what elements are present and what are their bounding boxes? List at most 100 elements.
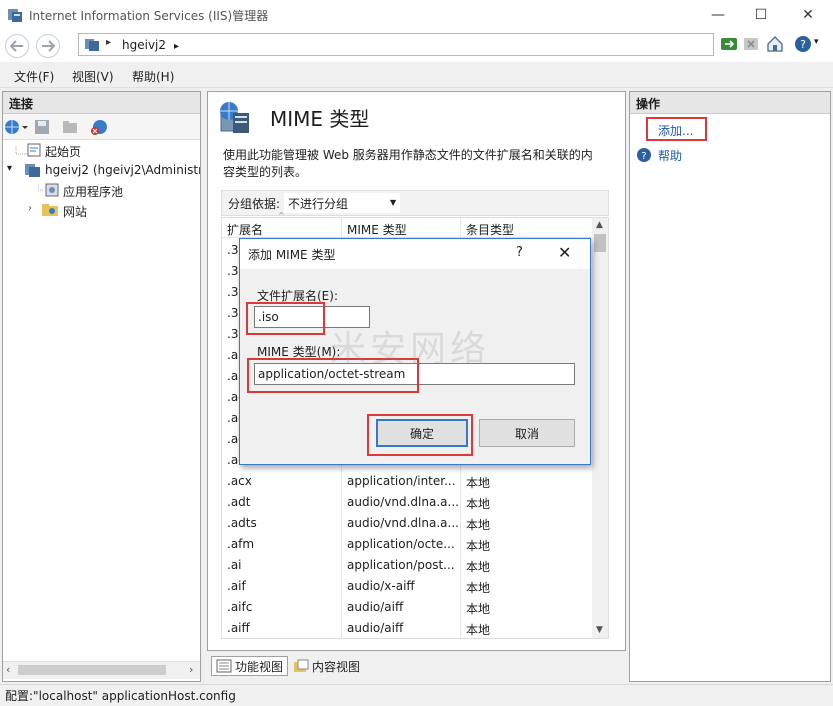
help-dropdown-arrow[interactable]: ▾ xyxy=(814,37,819,47)
table-cell-type: 本地 xyxy=(466,560,491,574)
table-header xyxy=(222,218,592,238)
table-cell-ext: .ai xyxy=(227,558,242,572)
window-title: Internet Information Services (IIS)管理器 xyxy=(29,9,269,23)
table-cell-type: 本地 xyxy=(466,539,491,553)
tree-collapse-icon[interactable]: ▾ xyxy=(7,163,12,174)
back-arrow-icon xyxy=(10,40,23,52)
tree-item-start-page[interactable]: 起始页 xyxy=(45,143,81,160)
scroll-down-arrow[interactable]: ▼ xyxy=(596,625,603,635)
app-pool-icon xyxy=(38,182,59,197)
mime-types-icon xyxy=(220,102,249,133)
dialog-close-button[interactable]: ✕ xyxy=(558,243,571,262)
tree-item-sites[interactable]: 网站 xyxy=(63,203,87,220)
table-cell-type: 本地 xyxy=(466,581,491,595)
table-cell-ext: .aiff xyxy=(227,621,250,635)
server-icon xyxy=(85,39,99,51)
table-cell-ext: .afm xyxy=(227,537,255,551)
disconnect-icon[interactable] xyxy=(91,119,108,135)
close-window-button[interactable]: ✕ xyxy=(785,0,831,30)
table-cell-ext: .aif xyxy=(227,579,246,593)
table-cell-ext: .adt xyxy=(227,495,251,509)
table-cell-type: 本地 xyxy=(466,476,491,490)
vertical-scrollbar[interactable] xyxy=(592,218,608,638)
sites-folder-icon xyxy=(42,204,58,216)
scroll-thumb[interactable] xyxy=(18,665,166,675)
table-cell-mime: audio/aiff xyxy=(347,621,404,635)
menu-view[interactable]: 视图(V) xyxy=(72,68,114,85)
highlight-box xyxy=(367,414,473,456)
page-title: MIME 类型 xyxy=(270,107,370,131)
menu-file[interactable]: 文件(F) xyxy=(14,68,54,85)
table-cell-type: 本地 xyxy=(466,518,491,532)
svg-text:?: ? xyxy=(641,151,646,162)
refresh-icon[interactable] xyxy=(720,35,738,53)
actions-panel xyxy=(629,91,831,682)
save-icon[interactable] xyxy=(34,119,50,135)
group-by-select[interactable]: 不进行分组 xyxy=(284,193,400,213)
features-view-icon xyxy=(216,659,232,673)
group-by-label: 分组依据: xyxy=(228,197,281,211)
watermark: 米安网络 xyxy=(330,329,491,370)
table-cell-type: 本地 xyxy=(466,602,491,616)
breadcrumb-end-arrow[interactable]: ▸ xyxy=(174,41,179,52)
tab-features-view[interactable]: 功能视图 xyxy=(211,656,289,676)
menu-bar xyxy=(0,62,833,88)
table-cell-mime: application/octe... xyxy=(347,537,455,551)
breadcrumb-hgeivj2[interactable]: hgeivj2 ▸ xyxy=(122,38,179,52)
breadcrumb-label: hgeivj2 xyxy=(122,38,167,52)
forward-arrow-icon xyxy=(42,40,55,52)
add-action-link[interactable]: 添加... xyxy=(658,122,693,139)
tab-content-view[interactable]: 内容视图 xyxy=(289,656,364,676)
tree-expand-icon[interactable]: › xyxy=(28,203,32,214)
table-cell-mime: audio/vnd.dlna.a... xyxy=(347,495,459,509)
connect-globe-icon[interactable] xyxy=(4,119,28,135)
start-page-icon xyxy=(27,143,41,157)
tree-item-server[interactable]: hgeivj2 (hgeivj2\Administra xyxy=(45,163,200,177)
table-cell-ext: .adts xyxy=(227,516,257,530)
chevron-down-icon[interactable]: ▼ xyxy=(390,198,396,207)
breadcrumb-separator[interactable]: ▸ xyxy=(106,37,111,48)
scroll-right-arrow[interactable]: › xyxy=(189,663,193,676)
open-folder-icon[interactable] xyxy=(62,119,78,135)
dialog-help-button[interactable]: ? xyxy=(516,245,523,260)
highlight-box xyxy=(246,302,325,335)
home-icon[interactable] xyxy=(766,35,784,53)
page-description: 使用此功能管理被 Web 服务器用作静态文件的文件扩展名和关联的内容类型的列表。 xyxy=(223,148,593,179)
cancel-button[interactable]: 取消 xyxy=(479,419,575,447)
status-text: 配置:"localhost" applicationHost.config xyxy=(5,689,236,703)
table-cell-type: 本地 xyxy=(466,497,491,511)
table-cell-mime: application/inter... xyxy=(347,474,456,488)
vertical-scroll-thumb[interactable] xyxy=(594,234,606,252)
table-cell-ext: .aifc xyxy=(227,600,253,614)
table-cell-mime: audio/x-aiff xyxy=(347,579,415,593)
table-cell-mime: audio/aiff xyxy=(347,600,404,614)
menu-help[interactable]: 帮助(H) xyxy=(132,68,174,85)
column-header-entry-type[interactable]: 条目类型 xyxy=(466,221,514,238)
column-header-extension[interactable]: 扩展名 xyxy=(227,221,263,238)
tree-item-app-pools[interactable]: 应用程序池 xyxy=(63,183,123,200)
connections-header: 连接 xyxy=(3,92,200,114)
actions-header: 操作 xyxy=(630,92,830,114)
server-icon xyxy=(25,164,40,177)
svg-text:?: ? xyxy=(800,38,806,51)
table-cell-ext: .acx xyxy=(227,474,252,488)
minimize-button[interactable]: — xyxy=(695,0,741,30)
forward-button[interactable] xyxy=(36,34,60,58)
scroll-left-arrow[interactable]: ‹ xyxy=(6,663,10,676)
table-cell-type: 本地 xyxy=(466,623,491,637)
tab-content-view-label: 内容视图 xyxy=(312,659,361,674)
back-button[interactable] xyxy=(5,34,29,58)
table-cell-mime: audio/vnd.dlna.a... xyxy=(347,516,459,530)
maximize-button[interactable]: ☐ xyxy=(738,0,784,30)
help-action-link[interactable]: 帮助 xyxy=(658,147,682,164)
connections-panel xyxy=(2,91,201,682)
stop-icon[interactable] xyxy=(742,35,760,53)
tree-line-icon xyxy=(15,146,28,155)
column-header-mime-type[interactable]: MIME 类型 xyxy=(347,221,407,238)
help-circle-icon[interactable]: ? xyxy=(794,35,812,53)
scroll-up-arrow[interactable]: ▲ xyxy=(596,220,603,230)
dialog-title: 添加 MIME 类型 xyxy=(248,248,336,262)
content-view-icon xyxy=(294,659,309,672)
help-icon: ? xyxy=(637,148,651,162)
iis-app-icon xyxy=(8,9,22,22)
